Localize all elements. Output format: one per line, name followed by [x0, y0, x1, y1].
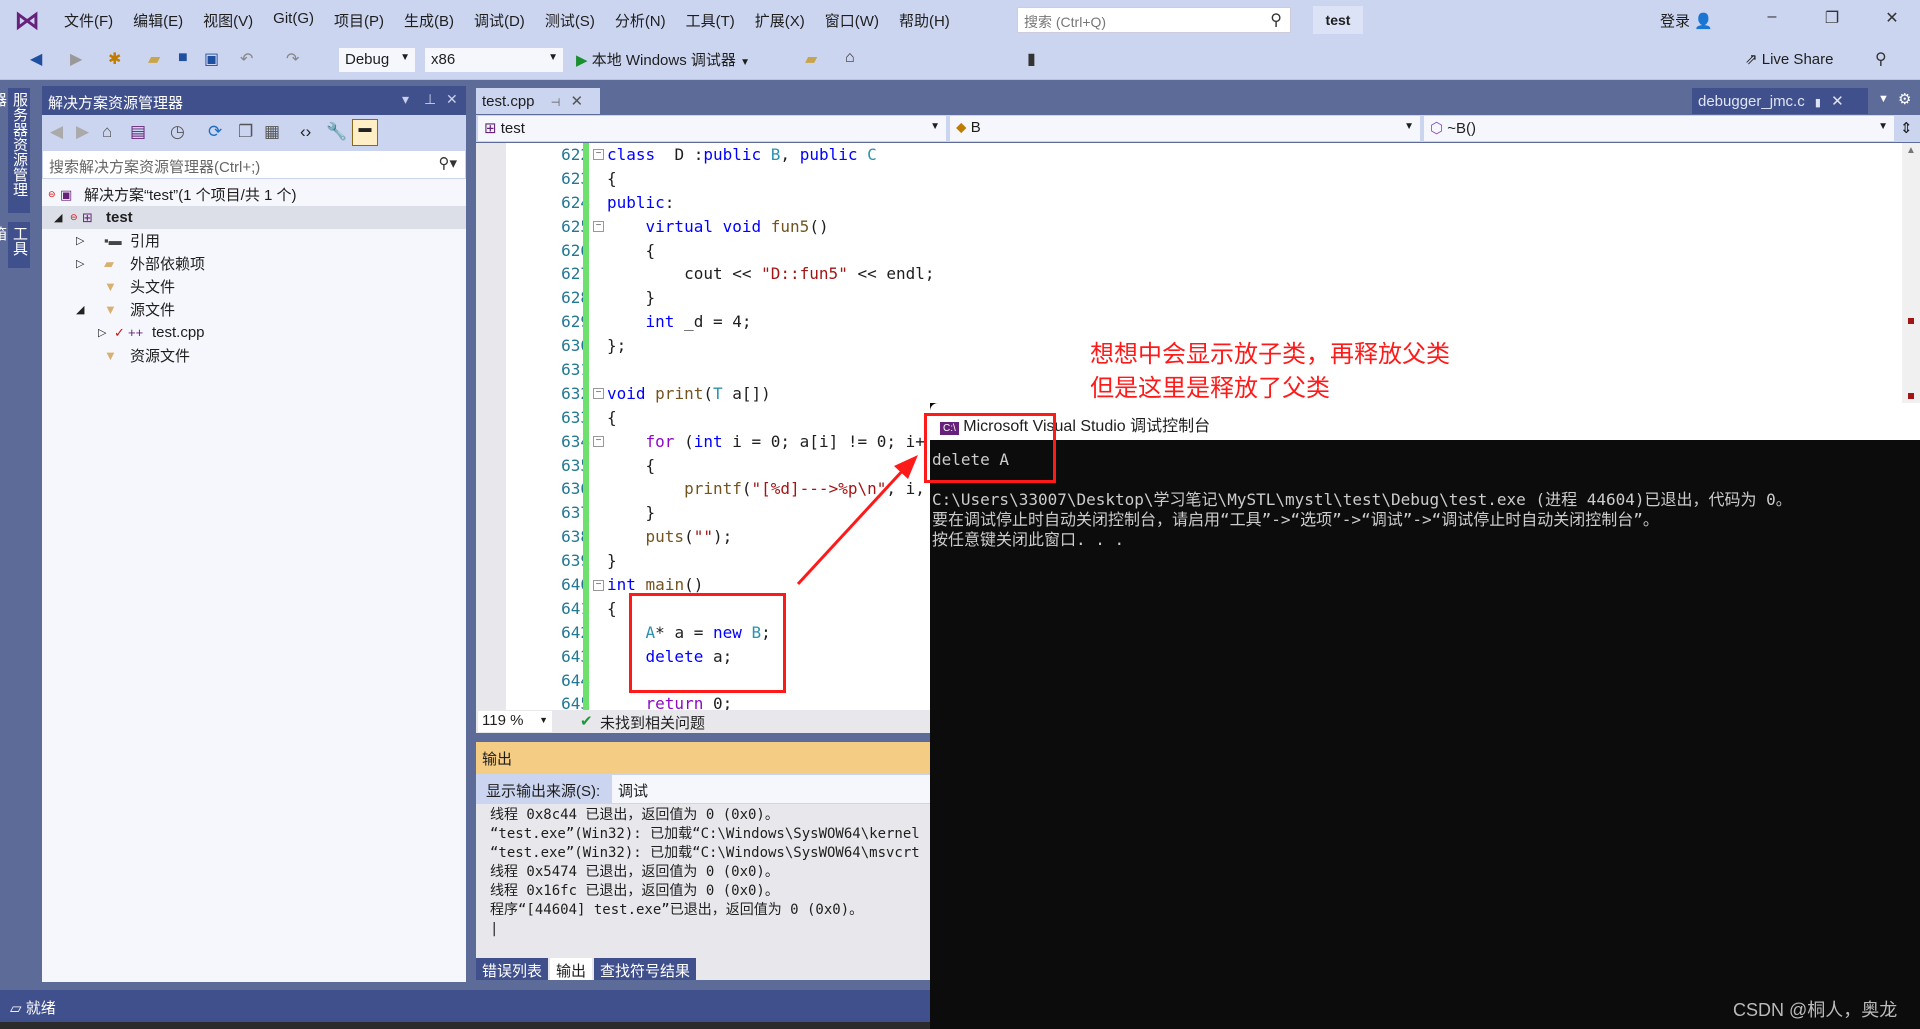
- annotation-line: 但是这里是释放了父类: [1090, 375, 1330, 402]
- annotation-arrow: [796, 455, 918, 586]
- arrow-line: [796, 466, 907, 586]
- watermark: CSDN @桐人，奥龙: [1733, 1000, 1898, 1020]
- annotation-text: 想想中会显示放子类，再释放父类 但是这里是释放了父类: [1090, 338, 1450, 406]
- annotation-line: 想想中会显示放子类，再释放父类: [1090, 341, 1450, 368]
